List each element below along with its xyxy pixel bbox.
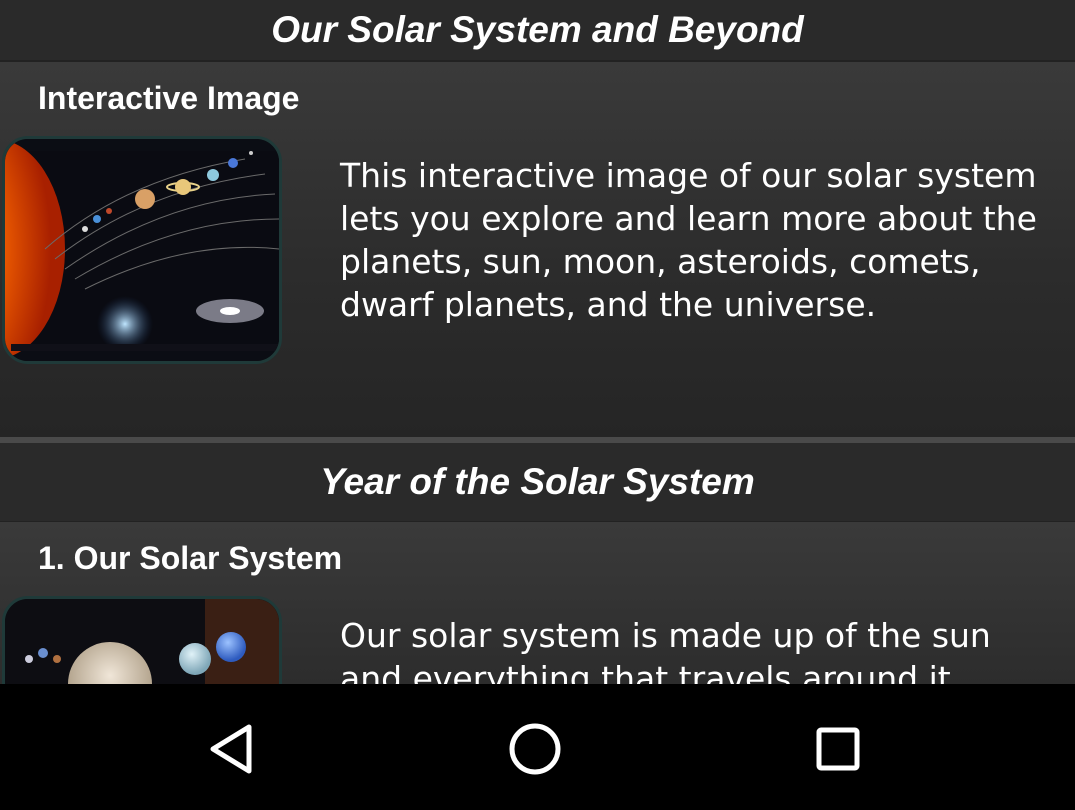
solar-system-image — [5, 139, 279, 361]
section-header-text: Year of the Solar System — [320, 461, 755, 502]
item-title: 1. Our Solar System — [38, 540, 343, 576]
item-description: This interactive image of our solar syst… — [340, 156, 1037, 324]
section-header-solar-system-beyond: Our Solar System and Beyond — [0, 0, 1075, 60]
home-button[interactable] — [495, 714, 575, 784]
section-header-text: Our Solar System and Beyond — [271, 9, 804, 50]
planets-thumbnail[interactable] — [2, 596, 282, 684]
list-item-our-solar-system[interactable]: 1. Our Solar System Our solar system is … — [0, 522, 1075, 684]
home-circle-icon — [509, 723, 561, 775]
planets-image — [5, 599, 279, 684]
navigation-bar — [0, 684, 1075, 810]
back-button[interactable] — [193, 714, 273, 784]
back-triangle-icon — [210, 724, 252, 774]
recents-square-icon — [816, 727, 860, 771]
section-header-year-solar-system: Year of the Solar System — [0, 443, 1075, 521]
item-description: Our solar system is made up of the sun a… — [340, 616, 991, 684]
content-scroll-area[interactable]: Our Solar System and Beyond Interactive … — [0, 0, 1075, 684]
recents-button[interactable] — [798, 714, 878, 784]
solar-system-thumbnail[interactable] — [2, 136, 282, 364]
list-item-interactive-image[interactable]: Interactive Image This interactive image… — [0, 62, 1075, 437]
item-title: Interactive Image — [38, 80, 300, 116]
